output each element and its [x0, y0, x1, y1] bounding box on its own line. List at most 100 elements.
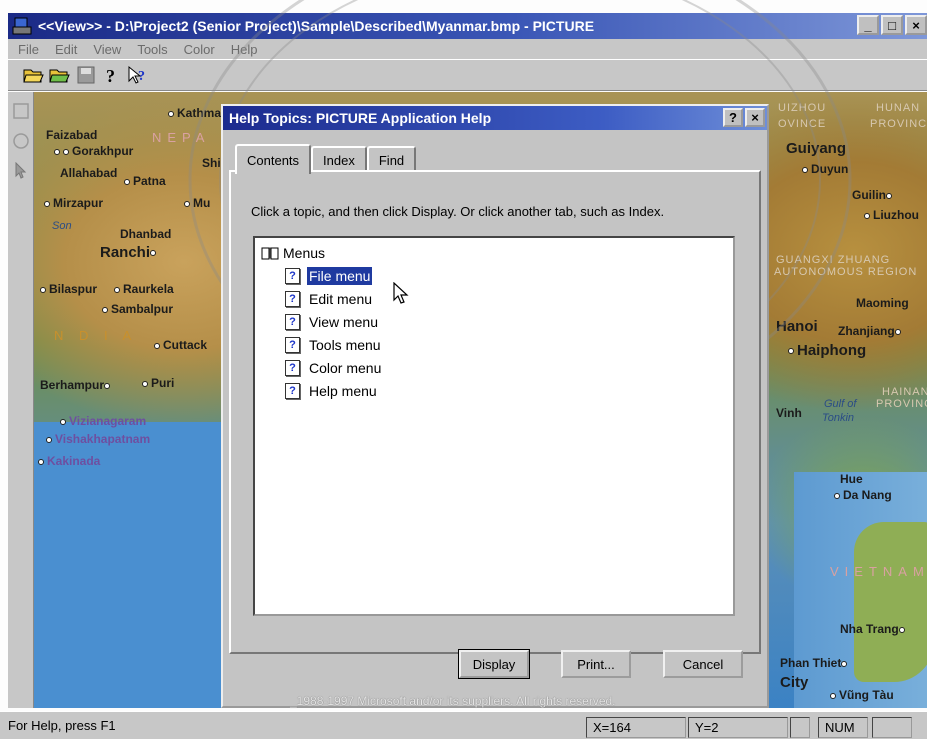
map-label: Vũng Tàu — [830, 688, 894, 702]
context-help-icon[interactable]: ? — [126, 63, 150, 87]
map-label: Hue — [840, 472, 863, 486]
svg-text:?: ? — [106, 66, 115, 85]
map-label: Mirzapur — [44, 196, 103, 210]
map-label: Phan Thiet — [780, 656, 850, 670]
map-label: Dhanbad — [120, 227, 172, 241]
map-label: Gulf of — [824, 398, 857, 410]
tree-item-label: View menu — [309, 313, 379, 330]
status-pane-blank — [790, 717, 810, 738]
map-label: Vinh — [776, 406, 802, 420]
tool-palette — [8, 92, 34, 708]
tree-root-label: Menus — [283, 245, 326, 261]
tree-item-help-menu[interactable]: ? Help menu — [261, 379, 727, 402]
dialog-title-controls: ? × — [721, 108, 765, 127]
tree-item-label: File menu — [307, 266, 373, 285]
map-label: Berhampur — [40, 378, 113, 392]
status-help-text: For Help, press F1 — [8, 718, 116, 733]
tree-item-color-menu[interactable]: ? Color menu — [261, 356, 727, 379]
menu-view[interactable]: View — [93, 42, 121, 57]
map-label: AUTONOMOUS REGION — [774, 266, 918, 278]
app-window-controls: _ □ × — [855, 15, 927, 35]
map-label: Kakinada — [38, 454, 100, 468]
map-label: Nha Trang — [840, 622, 908, 636]
map-label: Cuttack — [154, 338, 207, 352]
menu-help[interactable]: Help — [231, 42, 258, 57]
map-label: Vishakhapatnam — [46, 432, 150, 446]
instruction-text: Click a topic, and then click Display. O… — [251, 204, 665, 219]
map-label: Raurkela — [114, 282, 174, 296]
mouse-cursor-icon — [393, 282, 409, 304]
tree-item-edit-menu[interactable]: ? Edit menu — [261, 287, 727, 310]
tab-index[interactable]: Index — [311, 146, 367, 172]
map-label: Duyun — [802, 162, 848, 176]
open-book-icon — [261, 247, 279, 260]
map-label: HUNAN — [876, 102, 921, 114]
print-button[interactable]: Print... — [561, 650, 631, 678]
dialog-help-button[interactable]: ? — [723, 108, 743, 127]
tab-find[interactable]: Find — [366, 146, 417, 172]
tree-item-label: Color menu — [309, 359, 382, 376]
open-sample-icon[interactable] — [48, 63, 72, 87]
minimize-button[interactable]: _ — [857, 15, 879, 35]
rectangle-tool-icon[interactable] — [10, 100, 32, 122]
tree-item-label: Tools menu — [309, 336, 381, 353]
ellipse-tool-icon[interactable] — [10, 130, 32, 152]
status-x-coordinate: X=164 — [586, 717, 686, 738]
map-label: Allahabad — [60, 166, 118, 180]
tree-item-label: Help menu — [309, 382, 377, 399]
tab-contents[interactable]: Contents — [235, 144, 312, 174]
map-label: OVINCE — [778, 118, 827, 130]
map-label: City — [780, 674, 809, 691]
menu-bar: File Edit View Tools Color Help — [8, 39, 927, 59]
open-folder-icon[interactable] — [22, 63, 46, 87]
map-label: Ranchi — [100, 244, 159, 261]
svg-text:?: ? — [138, 69, 145, 84]
menu-edit[interactable]: Edit — [55, 42, 77, 57]
map-label: GUANGXI ZHUANG — [776, 254, 891, 266]
menu-color[interactable]: Color — [184, 42, 215, 57]
map-label: Maoming — [856, 296, 909, 310]
close-button[interactable]: × — [905, 15, 927, 35]
cancel-button[interactable]: Cancel — [663, 650, 743, 678]
map-label: HAINAN — [882, 386, 927, 398]
map-label: NEPA — [152, 130, 211, 145]
tree-item-view-menu[interactable]: ? View menu — [261, 310, 727, 333]
help-question-icon[interactable]: ? — [100, 63, 124, 87]
app-titlebar[interactable]: <<View>> - D:\Project2 (Senior Project)\… — [8, 13, 927, 39]
map-label: Guilin — [852, 188, 895, 202]
tree-item-tools-menu[interactable]: ? Tools menu — [261, 333, 727, 356]
map-label: VIETNAM — [830, 564, 927, 579]
help-topic-icon: ? — [285, 267, 300, 284]
app-icon — [12, 17, 32, 35]
copyright-text: _1988-1997 Microsoft and/or its supplier… — [290, 694, 616, 708]
dialog-titlebar[interactable]: Help Topics: PICTURE Application Help ? … — [223, 106, 767, 130]
map-label: Zhanjiang — [838, 324, 904, 338]
save-disk-icon[interactable] — [74, 63, 98, 87]
map-label: Haiphong — [788, 342, 866, 359]
toolbar: ? ? — [8, 59, 927, 91]
map-label: Liuzhou — [864, 208, 919, 222]
help-topic-icon: ? — [285, 336, 300, 353]
map-label: Hanoi — [776, 318, 818, 335]
maximize-button[interactable]: □ — [881, 15, 903, 35]
dialog-tabs: Contents Index Find — [235, 144, 417, 174]
tree-root-menus[interactable]: Menus — [261, 242, 727, 264]
display-button[interactable]: Display — [458, 649, 530, 679]
menu-tools[interactable]: Tools — [137, 42, 167, 57]
map-label: Da Nang — [834, 488, 892, 502]
map-label: Tonkin — [822, 412, 855, 424]
map-label: N D I A — [54, 328, 138, 343]
status-y-coordinate: Y=2 — [688, 717, 788, 738]
dialog-close-button[interactable]: × — [745, 108, 765, 127]
tree-item-label: Edit menu — [309, 290, 373, 307]
vietnam-land — [854, 522, 927, 682]
topics-tree[interactable]: Menus ? File menu ? Edit menu ? View men… — [253, 236, 735, 616]
map-label: Faizabad — [46, 128, 98, 142]
map-label: Guiyang — [786, 140, 847, 157]
dialog-title: Help Topics: PICTURE Application Help — [229, 110, 492, 126]
map-label: Mu — [184, 196, 210, 210]
map-label: UIZHOU — [778, 102, 827, 114]
tree-item-file-menu[interactable]: ? File menu — [261, 264, 727, 287]
menu-file[interactable]: File — [18, 42, 39, 57]
pointer-tool-icon[interactable] — [10, 160, 32, 182]
